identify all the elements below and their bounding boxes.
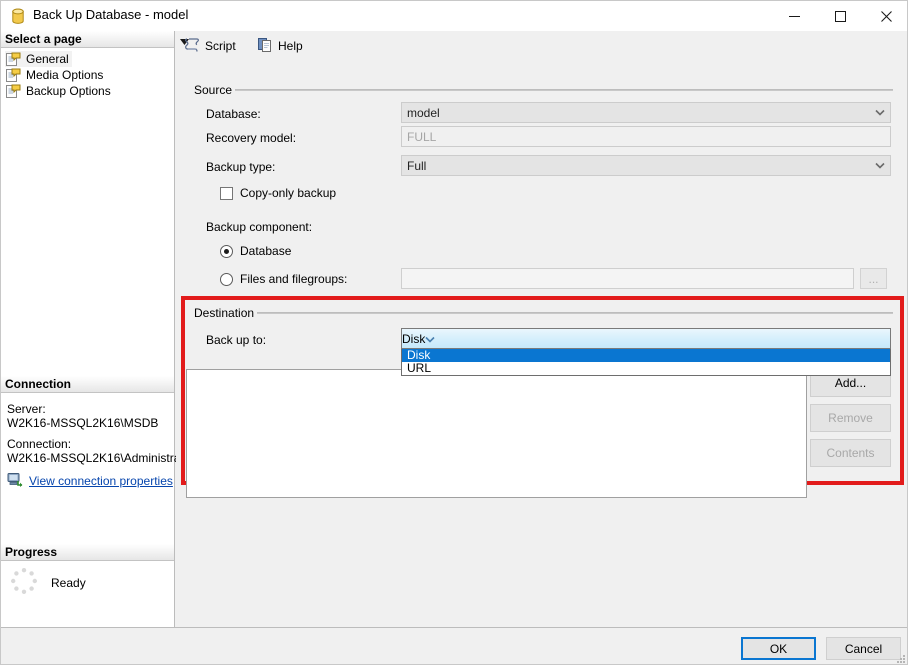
destination-group-divider	[248, 312, 893, 314]
left-panel: Select a page General	[1, 31, 175, 627]
recovery-model-field: FULL	[401, 126, 891, 147]
radio-icon	[220, 273, 233, 286]
files-and-filegroups-field[interactable]	[401, 268, 854, 289]
dropdown-option-disk[interactable]: Disk	[402, 349, 890, 362]
remove-button: Remove	[810, 404, 891, 432]
contents-button: Contents	[810, 439, 891, 467]
connection-properties-icon	[7, 472, 23, 490]
component-files-radio[interactable]: Files and filegroups:	[220, 272, 347, 286]
maximize-button[interactable]	[817, 1, 863, 31]
server-label: Server:	[7, 402, 46, 416]
sidebar-item-label: Backup Options	[26, 84, 111, 98]
view-connection-properties-link[interactable]: View connection properties	[29, 474, 173, 488]
progress-status: Ready	[51, 576, 86, 590]
sidebar-item-label: General	[26, 52, 69, 66]
component-files-label: Files and filegroups:	[240, 272, 347, 286]
toolbar: Script Help	[176, 31, 908, 61]
back-up-to-combobox[interactable]: Disk	[401, 328, 891, 349]
recovery-model-label: Recovery model:	[206, 131, 296, 145]
backup-type-value: Full	[402, 159, 869, 173]
connection-user-value: W2K16-MSSQL2K16\Administrator	[7, 451, 194, 465]
dropdown-option-url[interactable]: URL	[402, 362, 890, 375]
files-browse-button[interactable]: ...	[860, 268, 887, 289]
progress-row: Ready	[9, 566, 86, 599]
copy-only-backup-label: Copy-only backup	[240, 186, 336, 200]
progress-label-header: Progress	[5, 545, 57, 559]
progress-header: Progress	[1, 544, 174, 561]
window-title: Back Up Database - model	[33, 7, 188, 22]
help-button[interactable]: Help	[254, 35, 306, 57]
destination-list-box[interactable]	[186, 369, 807, 498]
connection-label: Connection	[5, 377, 71, 391]
destination-group-label: Destination	[191, 306, 257, 320]
sidebar-item-general[interactable]: General	[5, 51, 72, 67]
select-a-page-header: Select a page	[1, 31, 174, 48]
resize-grip[interactable]	[894, 652, 906, 664]
cancel-button[interactable]: Cancel	[826, 637, 901, 660]
backup-component-label: Backup component:	[206, 220, 312, 234]
help-label: Help	[278, 39, 303, 53]
component-database-label: Database	[240, 244, 291, 258]
view-connection-properties-row[interactable]: View connection properties	[7, 472, 173, 490]
backup-type-label: Backup type:	[206, 160, 275, 174]
database-icon	[10, 8, 26, 25]
database-value: model	[402, 106, 869, 120]
back-up-to-label: Back up to:	[206, 333, 266, 347]
close-button[interactable]	[863, 1, 908, 31]
minimize-button[interactable]	[771, 1, 817, 31]
help-icon	[257, 37, 273, 56]
sidebar-item-label: Media Options	[26, 68, 103, 82]
backup-type-combobox[interactable]: Full	[401, 155, 891, 176]
connection-user-label: Connection:	[7, 437, 71, 451]
dialog-footer: OK Cancel	[1, 627, 908, 665]
back-up-database-dialog: Back Up Database - model Select a page	[0, 0, 908, 665]
sidebar-item-media-options[interactable]: Media Options	[5, 67, 106, 83]
page-icon	[5, 68, 21, 83]
back-up-to-dropdown-list[interactable]: Disk URL	[401, 349, 891, 376]
page-icon	[5, 52, 21, 67]
progress-spinner-icon	[9, 566, 39, 599]
title-bar: Back Up Database - model	[1, 1, 908, 31]
source-group-label: Source	[191, 83, 235, 97]
content-pane: Script Help Source	[176, 31, 908, 627]
checkbox-icon	[220, 187, 233, 200]
radio-icon	[220, 245, 233, 258]
script-button[interactable]: Script	[181, 35, 239, 57]
source-group-divider	[228, 89, 893, 91]
copy-only-backup-checkbox[interactable]: Copy-only backup	[220, 186, 336, 200]
server-value: W2K16-MSSQL2K16\MSDB	[7, 416, 158, 430]
chevron-down-icon	[869, 103, 890, 122]
chevron-down-icon	[425, 332, 435, 346]
chevron-down-icon	[869, 156, 890, 175]
database-label: Database:	[206, 107, 261, 121]
sidebar-item-backup-options[interactable]: Backup Options	[5, 83, 114, 99]
ok-button[interactable]: OK	[741, 637, 816, 660]
database-combobox[interactable]: model	[401, 102, 891, 123]
page-icon	[5, 84, 21, 99]
select-a-page-label: Select a page	[5, 32, 82, 46]
back-up-to-value: Disk	[402, 332, 425, 346]
connection-header: Connection	[1, 376, 174, 393]
component-database-radio[interactable]: Database	[220, 244, 291, 258]
script-label: Script	[205, 39, 236, 53]
script-icon	[184, 37, 200, 56]
